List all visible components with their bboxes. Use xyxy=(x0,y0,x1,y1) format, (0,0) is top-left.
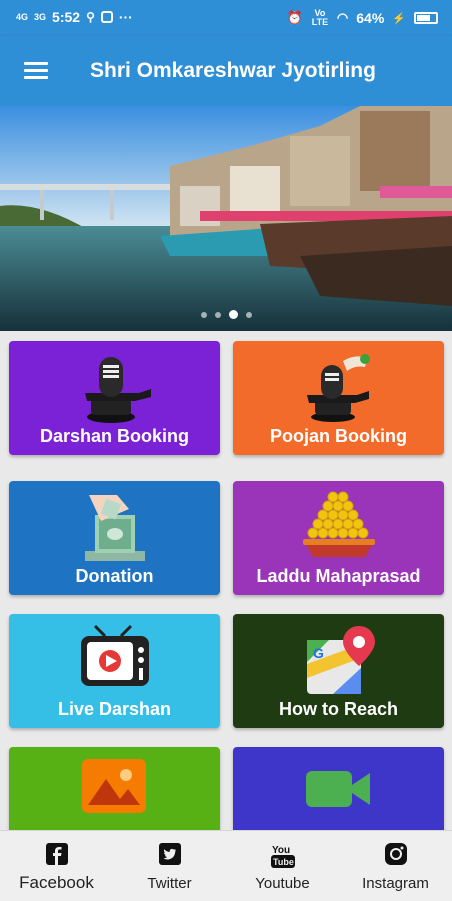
live-darshan-tile[interactable]: Live Darshan xyxy=(9,614,220,728)
status-time: 5:52 xyxy=(52,9,81,25)
tile-label: Donation xyxy=(75,566,154,586)
bottom-navigation: Facebook Twitter You Tube Youtube Instag… xyxy=(0,830,452,901)
nav-label: Instagram xyxy=(362,875,429,892)
nav-label: Twitter xyxy=(147,875,192,892)
laddu-icon xyxy=(233,491,444,567)
wifi-icon: ◠ xyxy=(336,10,349,25)
svg-text:Tube: Tube xyxy=(273,857,294,867)
svg-text:G: G xyxy=(313,645,324,661)
app-bar: Shri Omkareshwar Jyotirling xyxy=(0,36,452,106)
usb-icon: ⚲ xyxy=(86,10,95,24)
donation-tile[interactable]: Donation xyxy=(9,481,220,595)
volte-indicator: Vo LTE xyxy=(311,8,329,27)
banner-image[interactable] xyxy=(0,106,452,331)
carousel-dot[interactable] xyxy=(200,312,207,318)
poojan-booking-tile[interactable]: Poojan Booking xyxy=(233,341,444,455)
battery-icon xyxy=(414,12,438,24)
tile-label: Darshan Booking xyxy=(39,426,190,446)
youtube-icon: You Tube xyxy=(270,843,295,874)
video-icon xyxy=(233,767,444,811)
carousel-dot[interactable] xyxy=(245,312,252,318)
network-indicator-1: 4G xyxy=(16,11,29,22)
tile-label: Laddu Mahaprasad xyxy=(256,566,421,586)
nav-label: Youtube xyxy=(255,875,310,892)
page-title: Shri Omkareshwar Jyotirling xyxy=(90,59,376,82)
shivling-offering-icon xyxy=(233,351,444,427)
tile-label: Live Darshan xyxy=(57,699,172,719)
nav-youtube[interactable]: You Tube Youtube xyxy=(226,831,339,901)
more-notifications-icon: ··· xyxy=(118,9,133,25)
notification-app-icon xyxy=(100,11,113,23)
how-to-reach-tile[interactable]: G How to Reach xyxy=(233,614,444,728)
facebook-icon xyxy=(45,843,68,870)
tv-icon xyxy=(9,624,220,700)
nav-instagram[interactable]: Instagram xyxy=(339,831,452,901)
nav-facebook[interactable]: Facebook xyxy=(0,831,113,901)
tile-label: How to Reach xyxy=(278,699,398,719)
status-bar: 4G 3G 5:52 ⚲ ··· ⏰ Vo LTE ◠ 64% ⚡ xyxy=(0,0,452,36)
banner-photo xyxy=(0,106,452,331)
tile-label: Poojan Booking xyxy=(270,426,407,446)
laddu-mahaprasad-tile[interactable]: Laddu Mahaprasad xyxy=(233,481,444,595)
carousel-dot-active[interactable] xyxy=(228,310,238,319)
menu-icon[interactable] xyxy=(24,62,48,80)
charging-icon: ⚡ xyxy=(392,12,406,25)
donation-hand-icon xyxy=(9,491,220,567)
twitter-icon xyxy=(158,843,181,870)
gallery-icon xyxy=(9,757,220,817)
instagram-icon xyxy=(384,843,407,870)
nav-label: Facebook xyxy=(19,873,94,892)
carousel-dot[interactable] xyxy=(214,312,221,318)
shivling-icon xyxy=(9,351,220,427)
network-indicator-2: 3G xyxy=(34,11,47,22)
map-icon: G xyxy=(233,624,444,700)
alarm-icon: ⏰ xyxy=(286,10,303,25)
battery-percent: 64% xyxy=(356,10,385,26)
svg-text:You: You xyxy=(272,845,290,856)
carousel-indicator[interactable] xyxy=(0,310,452,319)
darshan-booking-tile[interactable]: Darshan Booking xyxy=(9,341,220,455)
nav-twitter[interactable]: Twitter xyxy=(113,831,226,901)
